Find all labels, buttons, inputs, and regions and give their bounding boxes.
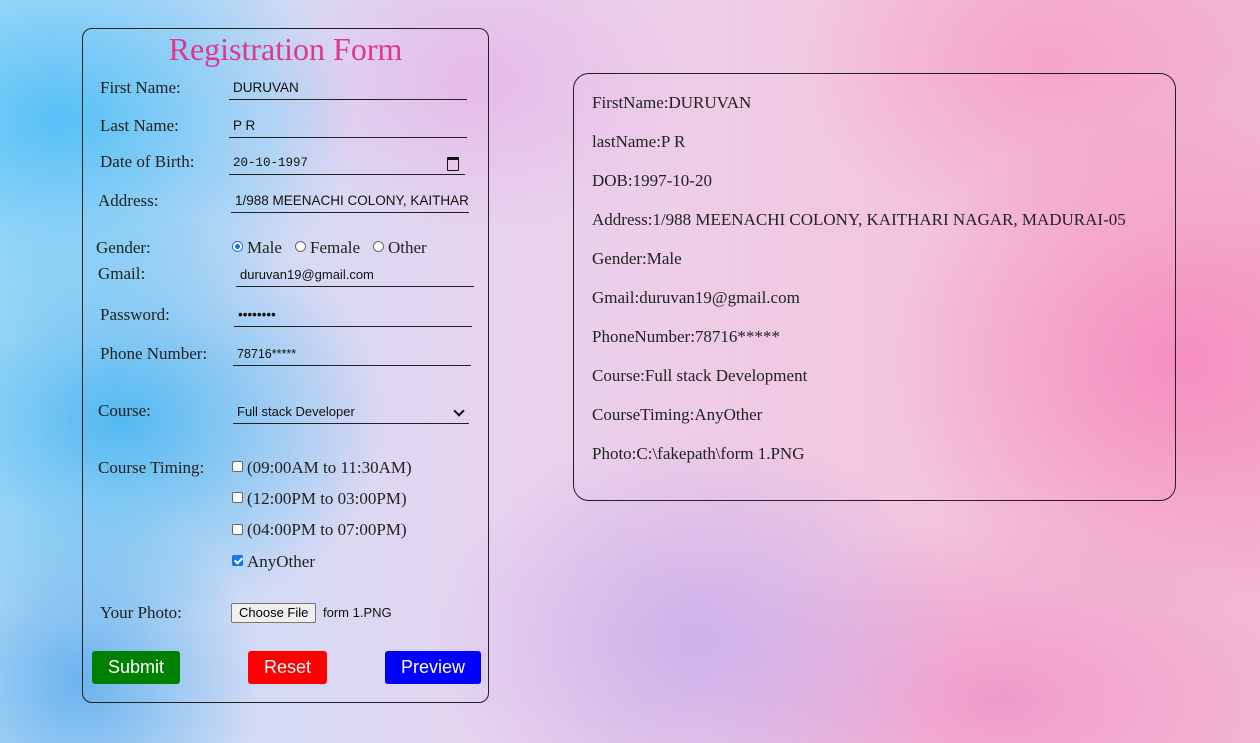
course-timing-label: Course Timing: [98, 458, 205, 477]
timing-1-checkbox[interactable] [232, 461, 243, 472]
gender-male-radio[interactable] [232, 241, 243, 252]
phone-input[interactable]: 78716***** [233, 342, 471, 366]
chevron-down-icon [453, 405, 465, 417]
gender-female-label: Female [310, 238, 361, 257]
preview-panel: FirstName:DURUVAN lastName:P R DOB:1997-… [573, 73, 1176, 501]
preview-dob: DOB:1997-10-20 [592, 171, 712, 190]
preview-gender: Gender:Male [592, 249, 682, 268]
password-input[interactable]: •••••••• [234, 303, 472, 327]
preview-last-name: lastName:P R [592, 132, 686, 151]
reset-button[interactable]: Reset [248, 651, 327, 684]
photo-label: Your Photo: [100, 603, 182, 622]
preview-photo: Photo:C:\fakepath\form 1.PNG [592, 444, 805, 463]
gender-other-label: Other [388, 238, 427, 257]
address-label: Address: [98, 191, 159, 210]
preview-course: Course:Full stack Development [592, 366, 808, 385]
first-name-label: First Name: [100, 78, 181, 97]
course-selected-value: Full stack Developer [237, 404, 355, 419]
preview-course-timing: CourseTiming:AnyOther [592, 405, 763, 424]
timing-3-label: (04:00PM to 07:00PM) [247, 520, 407, 539]
password-label: Password: [100, 305, 170, 324]
timing-3-checkbox[interactable] [232, 524, 243, 535]
preview-first-name: FirstName:DURUVAN [592, 93, 752, 112]
choose-file-button[interactable]: Choose File [231, 603, 317, 623]
last-name-label: Last Name: [100, 116, 179, 135]
preview-button[interactable]: Preview [385, 651, 481, 684]
preview-gmail: Gmail:duruvan19@gmail.com [592, 288, 800, 307]
course-label: Course: [98, 401, 151, 420]
gmail-input[interactable]: duruvan19@gmail.com [236, 263, 474, 287]
gender-female-radio[interactable] [295, 241, 306, 252]
registration-form: Registration Form First Name: DURUVAN La… [82, 28, 489, 703]
form-title: Registration Form [168, 31, 403, 67]
preview-address: Address:1/988 MEENACHI COLONY, KAITHARI … [592, 210, 1126, 229]
timing-anyother-label: AnyOther [247, 552, 315, 571]
timing-anyother-checkbox[interactable] [232, 555, 243, 566]
dob-value: 20-10-1997 [233, 156, 309, 170]
timing-2-label: (12:00PM to 03:00PM) [247, 489, 407, 508]
last-name-input[interactable]: P R [229, 114, 467, 138]
dob-label: Date of Birth: [100, 152, 195, 171]
timing-1-label: (09:00AM to 11:30AM) [247, 458, 412, 477]
selected-file-name: form 1.PNG [323, 605, 392, 620]
first-name-input[interactable]: DURUVAN [229, 76, 467, 100]
gender-other-radio[interactable] [373, 241, 384, 252]
gmail-label: Gmail: [98, 264, 146, 283]
submit-button[interactable]: Submit [92, 651, 180, 684]
address-input[interactable]: 1/988 MEENACHI COLONY, KAITHARI [231, 189, 469, 213]
gender-male-label: Male [247, 238, 282, 257]
dob-input[interactable]: 20-10-1997 [229, 151, 465, 175]
timing-2-checkbox[interactable] [232, 492, 243, 503]
course-select[interactable]: Full stack Developer [233, 400, 469, 424]
preview-phone: PhoneNumber:78716***** [592, 327, 780, 346]
calendar-icon[interactable] [447, 157, 459, 171]
phone-label: Phone Number: [100, 344, 208, 363]
gender-label: Gender: [96, 238, 151, 257]
